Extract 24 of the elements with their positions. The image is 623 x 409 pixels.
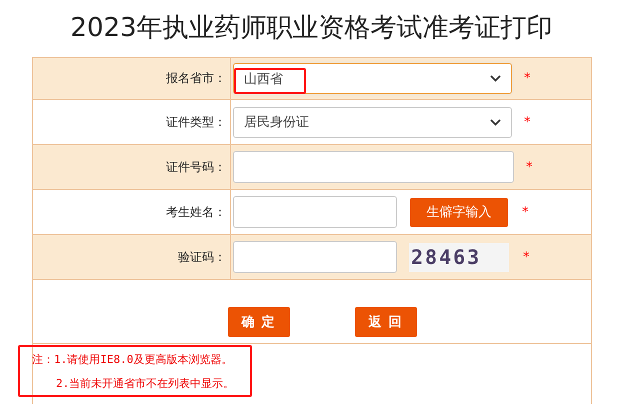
field-label: 证件类型： [166, 114, 226, 130]
captcha-code: 28463 [409, 242, 509, 272]
field-label: 验证码： [178, 248, 226, 266]
action-button[interactable]: 确 定 [228, 306, 290, 336]
required-mark: * [522, 204, 528, 220]
required-mark: * [523, 250, 530, 264]
input-field[interactable] [233, 241, 397, 273]
page-title: 2023年执业药师职业资格考试准考证打印 [69, 12, 554, 45]
required-mark: * [524, 114, 530, 130]
note-text: 2.当前未开通省市不在列表中显示。 [55, 376, 236, 392]
dropdown-field[interactable]: 山西省 [233, 63, 512, 94]
required-mark: * [524, 71, 530, 86]
rare-character-button[interactable]: 生僻字输入 [410, 198, 508, 226]
chevron-icon [490, 75, 501, 82]
field-label: 证件号码： [166, 158, 226, 176]
dropdown-field[interactable]: 居民身份证 [233, 106, 512, 138]
field-label: 考生姓名： [166, 204, 226, 220]
field-label: 报名省市： [166, 70, 226, 87]
action-button[interactable]: 返 回 [354, 306, 416, 336]
input-field[interactable] [233, 196, 397, 228]
required-mark: * [526, 160, 532, 174]
input-field[interactable] [233, 151, 514, 183]
chevron-icon [490, 118, 501, 126]
note-text: 注：1.请使用IE8.0及更高版本浏览器。 [32, 352, 234, 368]
